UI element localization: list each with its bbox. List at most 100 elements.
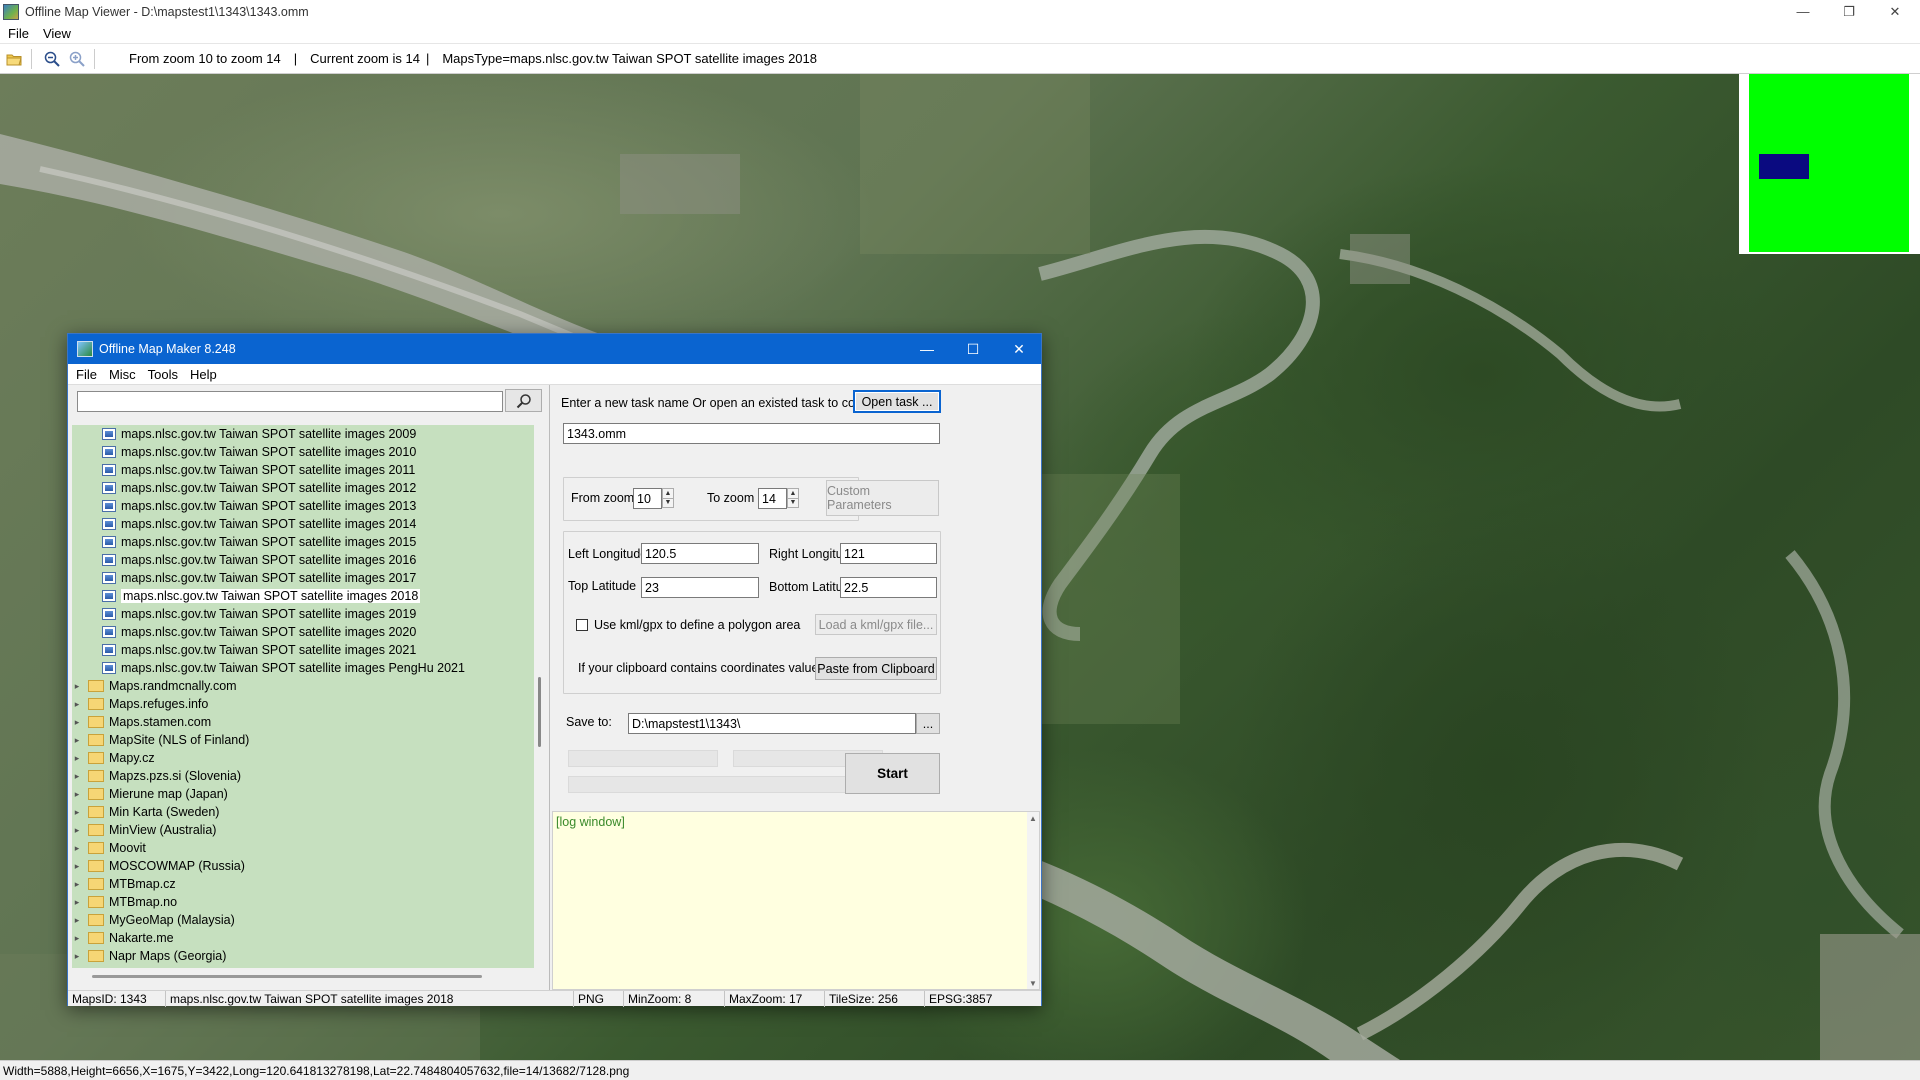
tree-leaf-item[interactable]: maps.nlsc.gov.tw Taiwan SPOT satellite i… <box>102 533 416 551</box>
folder-icon <box>88 752 104 764</box>
pane-splitter[interactable] <box>549 385 550 990</box>
dialog-menu-help[interactable]: Help <box>190 367 217 382</box>
dialog-minimize-button[interactable]: — <box>904 334 950 364</box>
tree-leaf-item[interactable]: maps.nlsc.gov.tw Taiwan SPOT satellite i… <box>102 461 415 479</box>
save-path-input[interactable]: D:\mapstest1\1343\ <box>628 713 916 734</box>
tree-leaf-item[interactable]: maps.nlsc.gov.tw Taiwan SPOT satellite i… <box>102 479 416 497</box>
expand-chevron-icon[interactable]: ▸ <box>72 843 82 853</box>
start-button[interactable]: Start <box>845 753 940 794</box>
log-scrollbar[interactable]: ▲ ▼ <box>1027 812 1039 989</box>
expand-chevron-icon[interactable]: ▸ <box>72 771 82 781</box>
tree-leaf-item[interactable]: maps.nlsc.gov.tw Taiwan SPOT satellite i… <box>102 515 416 533</box>
tree-folder-item[interactable]: ▸ Maps.stamen.com <box>72 713 211 731</box>
tree-leaf-item[interactable]: maps.nlsc.gov.tw Taiwan SPOT satellite i… <box>102 425 416 443</box>
tree-vertical-scrollbar[interactable] <box>534 425 545 968</box>
tree-folder-item[interactable]: ▸ Mapzs.pzs.si (Slovenia) <box>72 767 241 785</box>
expand-chevron-icon[interactable]: ▸ <box>72 951 82 961</box>
folder-icon <box>88 734 104 746</box>
maps-tree[interactable]: maps.nlsc.gov.tw Taiwan SPOT satellite i… <box>72 425 534 968</box>
paste-clipboard-button[interactable]: Paste from Clipboard <box>815 657 937 680</box>
maps-search-input[interactable] <box>77 391 503 412</box>
tree-folder-label: MapSite (NLS of Finland) <box>109 733 250 747</box>
tree-leaf-item[interactable]: maps.nlsc.gov.tw Taiwan SPOT satellite i… <box>102 551 416 569</box>
menu-file[interactable]: File <box>8 26 29 41</box>
to-zoom-stepper[interactable]: ▲ ▼ <box>787 488 799 508</box>
expand-chevron-icon[interactable]: ▸ <box>72 753 82 763</box>
viewer-menubar: File View <box>0 23 1920 43</box>
tree-leaf-item[interactable]: maps.nlsc.gov.tw Taiwan SPOT satellite i… <box>102 641 416 659</box>
tree-folder-item[interactable]: ▸ Maps.refuges.info <box>72 695 209 713</box>
to-zoom-input[interactable]: 14 <box>758 488 787 509</box>
app-icon <box>3 3 19 20</box>
minimap-viewport[interactable] <box>1759 154 1809 179</box>
task-name-input[interactable]: 1343.omm <box>563 423 940 444</box>
expand-chevron-icon[interactable]: ▸ <box>72 717 82 727</box>
scroll-down-icon[interactable]: ▼ <box>1027 977 1039 989</box>
tree-folder-item[interactable]: ▸ Min Karta (Sweden) <box>72 803 220 821</box>
expand-chevron-icon[interactable]: ▸ <box>72 789 82 799</box>
tree-folder-item[interactable]: ▸ MapSite (NLS of Finland) <box>72 731 250 749</box>
dialog-close-button[interactable]: ✕ <box>996 334 1042 364</box>
expand-chevron-icon[interactable]: ▸ <box>72 681 82 691</box>
expand-chevron-icon[interactable]: ▸ <box>72 879 82 889</box>
map-tile-icon <box>102 464 116 476</box>
minimize-button[interactable]: — <box>1780 0 1826 23</box>
open-folder-icon[interactable] <box>3 48 25 70</box>
folder-icon <box>88 896 104 908</box>
bottom-latitude-input[interactable]: 22.5 <box>840 577 937 598</box>
right-longitude-input[interactable]: 121 <box>840 543 937 564</box>
tree-leaf-item[interactable]: maps.nlsc.gov.tw Taiwan SPOT satellite i… <box>102 605 416 623</box>
tree-folder-item[interactable]: ▸ Nakarte.me <box>72 929 174 947</box>
browse-button[interactable]: ... <box>916 713 940 734</box>
search-button[interactable] <box>505 389 542 412</box>
tree-folder-item[interactable]: ▸ Mapy.cz <box>72 749 155 767</box>
expand-chevron-icon[interactable]: ▸ <box>72 933 82 943</box>
scroll-up-icon[interactable]: ▲ <box>1027 812 1039 824</box>
dialog-menu-tools[interactable]: Tools <box>148 367 178 382</box>
tree-leaf-label: maps.nlsc.gov.tw Taiwan SPOT satellite i… <box>121 517 417 531</box>
dialog-menu-misc[interactable]: Misc <box>109 367 136 382</box>
from-zoom-input[interactable]: 10 <box>633 488 662 509</box>
dialog-menu-file[interactable]: File <box>76 367 97 382</box>
custom-parameters-button[interactable]: Custom Parameters <box>826 480 939 516</box>
tree-leaf-item[interactable]: maps.nlsc.gov.tw Taiwan SPOT satellite i… <box>102 659 465 677</box>
minimap[interactable] <box>1739 74 1920 254</box>
tree-folder-item[interactable]: ▸ MyGeoMap (Malaysia) <box>72 911 235 929</box>
expand-chevron-icon[interactable]: ▸ <box>72 735 82 745</box>
restore-button[interactable]: ❐ <box>1826 0 1872 23</box>
menu-view[interactable]: View <box>43 26 71 41</box>
zoom-in-icon[interactable] <box>66 48 88 70</box>
tree-folder-item[interactable]: ▸ MOSCOWMAP (Russia) <box>72 857 245 875</box>
tree-leaf-item[interactable]: maps.nlsc.gov.tw Taiwan SPOT satellite i… <box>102 623 416 641</box>
tree-folder-item[interactable]: ▸ Maps.randmcnally.com <box>72 677 237 695</box>
expand-chevron-icon[interactable]: ▸ <box>72 915 82 925</box>
kml-polygon-checkbox[interactable] <box>576 619 588 631</box>
tree-folder-item[interactable]: ▸ Napr Maps (Georgia) <box>72 947 227 965</box>
tree-leaf-item[interactable]: maps.nlsc.gov.tw Taiwan SPOT satellite i… <box>102 569 416 587</box>
tree-folder-item[interactable]: ▸ MTBmap.cz <box>72 875 176 893</box>
zoom-out-icon[interactable] <box>41 48 63 70</box>
expand-chevron-icon[interactable]: ▸ <box>72 807 82 817</box>
open-task-button[interactable]: Open task ... <box>853 390 941 413</box>
expand-chevron-icon[interactable]: ▸ <box>72 699 82 709</box>
dialog-maximize-button[interactable]: ☐ <box>950 334 996 364</box>
tree-folder-item[interactable]: ▸ MinView (Australia) <box>72 821 217 839</box>
expand-chevron-icon[interactable]: ▸ <box>72 861 82 871</box>
tree-leaf-item[interactable]: maps.nlsc.gov.tw Taiwan SPOT satellite i… <box>102 497 416 515</box>
folder-icon <box>88 806 104 818</box>
tree-leaf-item[interactable]: maps.nlsc.gov.tw Taiwan SPOT satellite i… <box>102 587 421 605</box>
left-longitude-input[interactable]: 120.5 <box>641 543 759 564</box>
from-zoom-stepper[interactable]: ▲ ▼ <box>662 488 674 508</box>
status-min-zoom: MinZoom: 8 <box>624 991 725 1007</box>
tree-folder-item[interactable]: ▸ Moovit <box>72 839 146 857</box>
expand-chevron-icon[interactable]: ▸ <box>72 897 82 907</box>
log-window[interactable]: [log window] ▲ ▼ <box>552 811 1040 990</box>
load-kml-button[interactable]: Load a kml/gpx file... <box>815 614 937 635</box>
expand-chevron-icon[interactable]: ▸ <box>72 825 82 835</box>
close-button[interactable]: ✕ <box>1872 0 1918 23</box>
tree-leaf-item[interactable]: maps.nlsc.gov.tw Taiwan SPOT satellite i… <box>102 443 416 461</box>
top-latitude-input[interactable]: 23 <box>641 577 759 598</box>
tree-folder-item[interactable]: ▸ MTBmap.no <box>72 893 177 911</box>
tree-horizontal-scrollbar[interactable] <box>72 970 534 982</box>
tree-folder-item[interactable]: ▸ Mierune map (Japan) <box>72 785 228 803</box>
